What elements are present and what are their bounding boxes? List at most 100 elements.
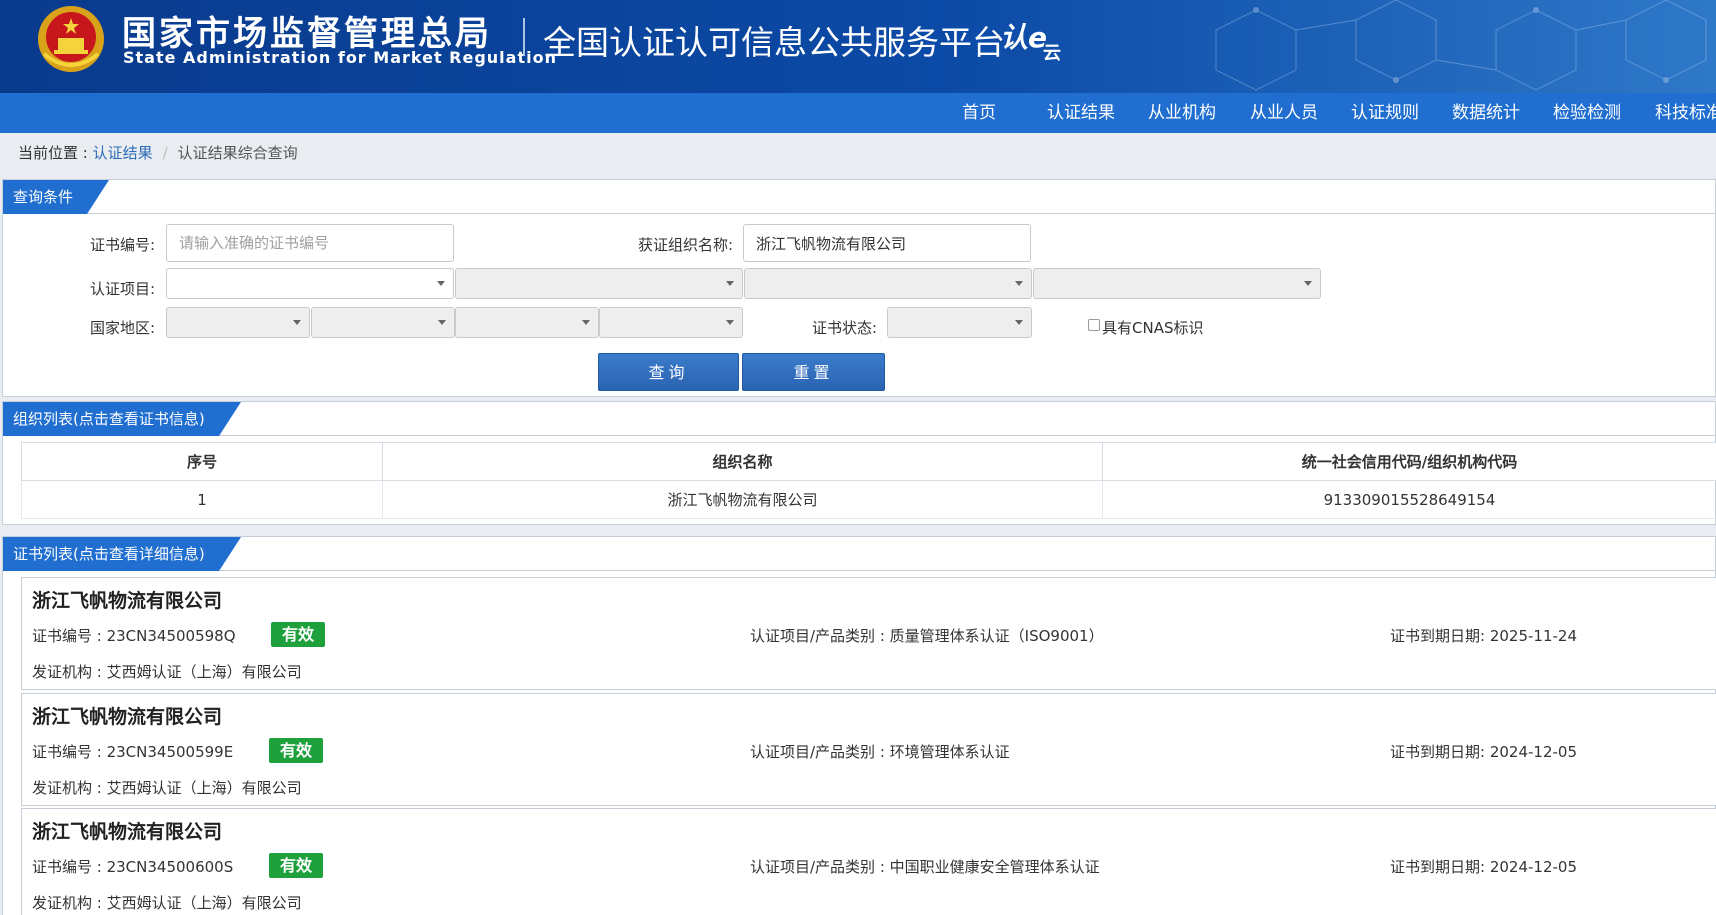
org-name-input[interactable] bbox=[743, 224, 1031, 262]
cert-no-label: 证书编号 : bbox=[32, 858, 107, 876]
nav-item-institutions[interactable]: 从业机构 bbox=[1148, 93, 1216, 133]
cnas-checkbox[interactable] bbox=[1088, 319, 1100, 331]
chevron-down-icon bbox=[438, 320, 446, 325]
expiry-label: 证书到期日期: bbox=[1390, 743, 1490, 761]
breadcrumb-link-cert-results[interactable]: 认证结果 bbox=[93, 144, 153, 162]
org-table-col-index: 序号 bbox=[21, 442, 383, 481]
reset-button[interactable]: 重置 bbox=[742, 353, 885, 391]
expiry-value: 2024-12-05 bbox=[1489, 858, 1578, 876]
cert-card-org: 浙江飞帆物流有限公司 bbox=[32, 821, 223, 843]
cert-card[interactable]: 浙江飞帆物流有限公司 证书编号 : 23CN34500598Q 有效 认证项目/… bbox=[21, 577, 1716, 690]
issuer-label: 发证机构 : bbox=[32, 663, 107, 681]
nav-item-home[interactable]: 首页 bbox=[962, 93, 996, 133]
issuer-row: 发证机构 : 艾西姆认证（上海）有限公司 bbox=[32, 777, 302, 798]
expiry-row: 证书到期日期: 2024-12-05 bbox=[1390, 856, 1577, 877]
project-value: 环境管理体系认证 bbox=[889, 743, 1010, 761]
expiry-label: 证书到期日期: bbox=[1390, 627, 1490, 645]
project-select-3[interactable] bbox=[744, 268, 1032, 299]
nav-item-rules[interactable]: 认证规则 bbox=[1351, 93, 1419, 133]
cert-no-value: 23CN34500599E bbox=[106, 743, 234, 761]
expiry-label: 证书到期日期: bbox=[1390, 858, 1490, 876]
org-table: 序号 组织名称 统一社会信用代码/组织机构代码 1 浙江飞帆物流有限公司 913… bbox=[21, 442, 1716, 519]
chevron-down-icon bbox=[582, 320, 590, 325]
cert-no-input[interactable] bbox=[166, 224, 454, 262]
issuer-value: 艾西姆认证（上海）有限公司 bbox=[106, 779, 302, 797]
header-banner: 国家市场监督管理总局 State Administration for Mark… bbox=[0, 0, 1716, 93]
org-list-panel: 组织列表(点击查看证书信息) 序号 组织名称 统一社会信用代码/组织机构代码 1… bbox=[2, 401, 1716, 525]
region-select-3[interactable] bbox=[455, 307, 599, 338]
project-label: 认证项目/产品类别 : bbox=[750, 627, 890, 645]
chevron-down-icon bbox=[726, 320, 734, 325]
status-badge: 有效 bbox=[269, 853, 323, 878]
national-emblem-icon bbox=[38, 6, 104, 72]
nav-item-statistics[interactable]: 数据统计 bbox=[1452, 93, 1520, 133]
query-panel-title: 查询条件 bbox=[3, 180, 110, 214]
issuer-label: 发证机构 : bbox=[32, 894, 107, 912]
cert-list-panel-header: 证书列表(点击查看详细信息) bbox=[3, 537, 1715, 571]
cert-card[interactable]: 浙江飞帆物流有限公司 证书编号 : 23CN34500599E 有效 认证项目/… bbox=[21, 693, 1716, 806]
brand-logo-sub: 云 bbox=[1043, 43, 1061, 64]
expiry-row: 证书到期日期: 2024-12-05 bbox=[1390, 741, 1577, 762]
nav-item-tech-standards[interactable]: 科技标准 bbox=[1655, 93, 1716, 133]
project-select-4[interactable] bbox=[1033, 268, 1321, 299]
project-row: 认证项目/产品类别 : 环境管理体系认证 bbox=[750, 741, 1010, 762]
region-label: 国家地区: bbox=[89, 319, 155, 337]
chevron-down-icon bbox=[437, 281, 445, 286]
project-value: 中国职业健康安全管理体系认证 bbox=[889, 858, 1100, 876]
org-row-name[interactable]: 浙江飞帆物流有限公司 bbox=[382, 480, 1103, 519]
query-button[interactable]: 查询 bbox=[598, 353, 739, 391]
nav-item-cert-results[interactable]: 认证结果 bbox=[1047, 93, 1115, 133]
issuer-row: 发证机构 : 艾西姆认证（上海）有限公司 bbox=[32, 892, 302, 913]
project-label: 认证项目/产品类别 : bbox=[750, 858, 890, 876]
org-list-panel-title: 组织列表(点击查看证书信息) bbox=[3, 402, 241, 436]
org-row-index: 1 bbox=[21, 480, 383, 519]
brand-logo: 认e云 bbox=[1000, 16, 1065, 64]
project-row: 认证项目/产品类别 : 中国职业健康安全管理体系认证 bbox=[750, 856, 1100, 877]
status-badge: 有效 bbox=[271, 622, 325, 647]
region-select-1[interactable] bbox=[166, 307, 310, 338]
nav-item-inspection[interactable]: 检验检测 bbox=[1553, 93, 1621, 133]
issuer-value: 艾西姆认证（上海）有限公司 bbox=[106, 894, 302, 912]
platform-title: 全国认证认可信息公共服务平台 bbox=[543, 23, 1005, 62]
query-panel: 查询条件 证书编号: 获证组织名称: 认证项目: 国家地区: 证书状态: 具有C… bbox=[2, 179, 1716, 397]
org-list-panel-header: 组织列表(点击查看证书信息) bbox=[3, 402, 1715, 436]
org-name-en: State Administration for Market Regulati… bbox=[123, 48, 557, 67]
expiry-row: 证书到期日期: 2025-11-24 bbox=[1390, 625, 1577, 646]
project-value: 质量管理体系认证（ISO9001） bbox=[889, 627, 1104, 645]
cert-card[interactable]: 浙江飞帆物流有限公司 证书编号 : 23CN34500600S 有效 认证项目/… bbox=[21, 808, 1716, 915]
brand-logo-main: 认e bbox=[1000, 21, 1047, 54]
chevron-down-icon bbox=[726, 281, 734, 286]
status-select[interactable] bbox=[887, 307, 1032, 338]
cert-no-row: 证书编号 : 23CN34500599E bbox=[32, 741, 233, 762]
project-select-1[interactable] bbox=[166, 268, 454, 299]
project-select-2[interactable] bbox=[455, 268, 743, 299]
nav-item-personnel[interactable]: 从业人员 bbox=[1250, 93, 1318, 133]
expiry-value: 2024-12-05 bbox=[1489, 743, 1578, 761]
region-select-4[interactable] bbox=[599, 307, 743, 338]
status-badge: 有效 bbox=[269, 738, 323, 763]
issuer-label: 发证机构 : bbox=[32, 779, 107, 797]
org-name-label: 获证组织名称: bbox=[637, 236, 733, 254]
query-panel-header: 查询条件 bbox=[3, 180, 1715, 214]
chevron-down-icon bbox=[1015, 320, 1023, 325]
breadcrumb: 当前位置 : 认证结果 / 认证结果综合查询 bbox=[0, 133, 1716, 173]
region-select-2[interactable] bbox=[311, 307, 455, 338]
main-nav: 首页 认证结果 从业机构 从业人员 认证规则 数据统计 检验检测 科技标准 bbox=[0, 93, 1716, 133]
org-table-col-name: 组织名称 bbox=[382, 442, 1103, 481]
issuer-value: 艾西姆认证（上海）有限公司 bbox=[106, 663, 302, 681]
header-divider bbox=[523, 18, 525, 56]
cert-no-row: 证书编号 : 23CN34500598Q bbox=[32, 625, 236, 646]
chevron-down-icon bbox=[1015, 281, 1023, 286]
breadcrumb-current: 认证结果综合查询 bbox=[177, 144, 298, 162]
network-pattern-decoration bbox=[1215, 0, 1707, 91]
cert-card-org: 浙江飞帆物流有限公司 bbox=[32, 706, 223, 728]
chevron-down-icon bbox=[1304, 281, 1312, 286]
cert-no-label: 证书编号 : bbox=[32, 743, 107, 761]
table-row[interactable]: 1 浙江飞帆物流有限公司 913309015528649154 bbox=[21, 480, 1716, 519]
cert-no-value: 23CN34500598Q bbox=[106, 627, 236, 645]
cert-no-row: 证书编号 : 23CN34500600S bbox=[32, 856, 233, 877]
chevron-down-icon bbox=[293, 320, 301, 325]
issuer-row: 发证机构 : 艾西姆认证（上海）有限公司 bbox=[32, 661, 302, 682]
cnas-label: 具有CNAS标识 bbox=[1102, 319, 1204, 337]
cert-no-value: 23CN34500600S bbox=[106, 858, 234, 876]
